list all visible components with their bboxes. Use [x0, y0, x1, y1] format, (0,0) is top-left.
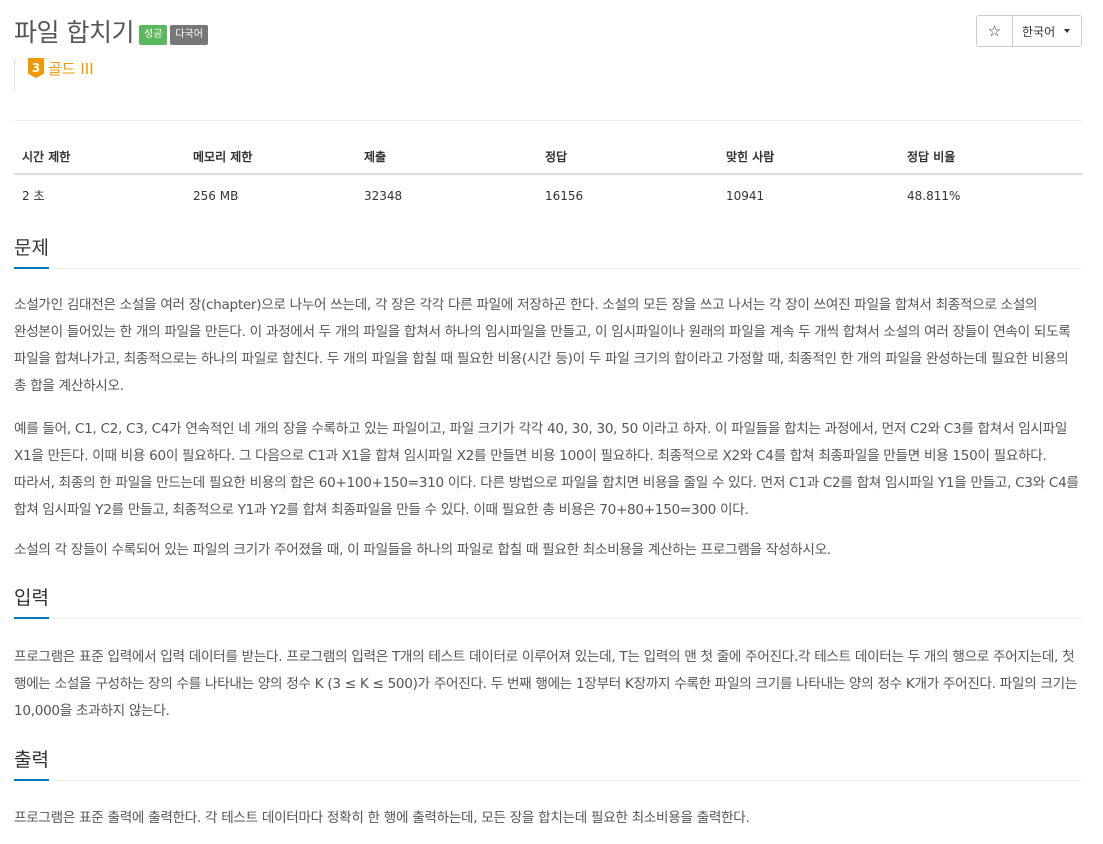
table-header: 정답 비율: [899, 137, 1083, 175]
section-title: 입력: [14, 585, 49, 619]
table-cell: 48.811%: [907, 188, 961, 203]
problem-paragraph: 소설가인 김대전은 소설을 여러 장(chapter)으로 나누어 쓰는데, 각…: [14, 297, 1071, 394]
section-title: 문제: [14, 235, 49, 269]
header-divider: [14, 120, 1083, 121]
star-icon: ☆: [987, 22, 1002, 40]
section-title: 출력: [14, 747, 49, 781]
table-cell: 16156: [545, 188, 584, 203]
output-section-heading: 출력: [14, 747, 1083, 781]
language-label: 한국어: [1022, 24, 1056, 39]
table-header: 시간 제한: [14, 137, 185, 175]
table-cell: 10941: [726, 188, 765, 203]
page-title: 파일 합치기: [14, 18, 134, 47]
problem-info-table: 시간 제한 메모리 제한 제출 정답 맞힌 사람 정답 비율 2 초 256 M…: [14, 137, 1083, 214]
tier-icon: 3: [28, 58, 44, 78]
input-paragraph: 프로그램은 표준 입력에서 입력 데이터를 받는다. 프로그램의 입력은 T개의…: [14, 649, 1078, 719]
multilang-badge[interactable]: 다국어: [170, 25, 208, 45]
table-header: 메모리 제한: [185, 137, 356, 175]
success-badge: 성공: [138, 25, 168, 45]
input-section-heading: 입력: [14, 585, 1083, 619]
problem-paragraph: 예를 들어, C1, C2, C3, C4가 연속적인 네 개의 장을 수록하고…: [14, 421, 1079, 518]
caret-down-icon: [1064, 29, 1071, 33]
header-controls: ☆ 한국어: [976, 15, 1082, 47]
table-cell: 2 초: [22, 189, 45, 203]
table-header: 제출: [356, 137, 537, 175]
favorite-button[interactable]: ☆: [977, 16, 1013, 46]
problem-section-heading: 문제: [14, 235, 1083, 269]
table-cell: 256 MB: [193, 188, 239, 203]
title-row: 파일 합치기 성공 다국어: [14, 14, 208, 48]
tier-row: 3 골드 III: [14, 58, 94, 92]
table-header: 정답: [537, 137, 718, 175]
language-dropdown[interactable]: 한국어: [1013, 16, 1081, 46]
table-cell[interactable]: 32348: [356, 174, 537, 214]
table-header: 맞힌 사람: [718, 137, 899, 175]
table-header-row: 시간 제한 메모리 제한 제출 정답 맞힌 사람 정답 비율: [14, 137, 1083, 175]
table-row: 2 초 256 MB 32348 16156 10941 48.811%: [14, 174, 1083, 214]
problem-paragraph: 소설의 각 장들이 수록되어 있는 파일의 크기가 주어졌을 때, 이 파일들을…: [14, 542, 831, 558]
tier-label[interactable]: 골드 III: [48, 58, 94, 79]
output-paragraph: 프로그램은 표준 출력에 출력한다. 각 테스트 데이터마다 정확히 한 행에 …: [14, 810, 750, 826]
